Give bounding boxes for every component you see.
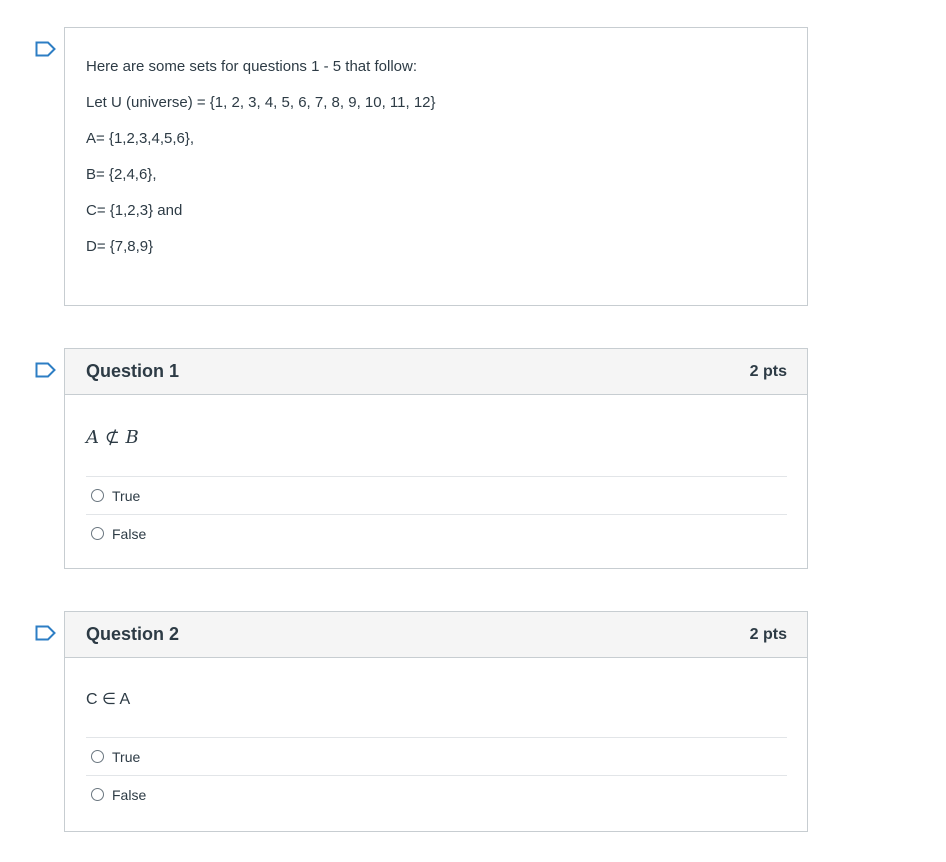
intro-line: C= {1,2,3} and [86, 202, 183, 219]
answer-label: True [112, 487, 141, 504]
question-text: A ⊄ B [86, 427, 139, 448]
quiz-page: Here are some sets for questions 1 - 5 t… [0, 0, 946, 862]
intro-line: Let U (universe) = {1, 2, 3, 4, 5, 6, 7,… [86, 94, 436, 111]
question-body: A ⊄ B True False [65, 395, 807, 552]
question-title: Question 2 [86, 624, 180, 644]
answer-option[interactable]: False [86, 775, 787, 813]
flag-question-icon[interactable] [35, 625, 57, 641]
flag-question-icon[interactable] [35, 41, 57, 57]
question-header: Question 1 2 pts [65, 349, 807, 395]
question-body: C ∈ A True False [65, 658, 807, 813]
intro-line: B= {2,4,6}, [86, 166, 157, 183]
radio-button[interactable] [91, 788, 104, 801]
question-text: C ∈ A [86, 690, 131, 708]
answer-label: True [112, 748, 141, 765]
radio-button[interactable] [91, 489, 104, 502]
flag-question-icon[interactable] [35, 362, 57, 378]
answer-option[interactable]: True [86, 476, 787, 514]
radio-button[interactable] [91, 527, 104, 540]
answer-option[interactable]: False [86, 514, 787, 552]
answer-label: False [112, 786, 147, 803]
question-title: Question 1 [86, 361, 180, 381]
radio-button[interactable] [91, 750, 104, 763]
intro-line: Here are some sets for questions 1 - 5 t… [86, 58, 417, 75]
intro-line: A= {1,2,3,4,5,6}, [86, 130, 195, 147]
intro-line: D= {7,8,9} [86, 238, 154, 255]
answer-label: False [112, 525, 147, 542]
question-points: 2 pts [749, 362, 787, 380]
question-card: Question 2 2 pts C ∈ A True False [64, 611, 808, 832]
intro-text-block: Here are some sets for questions 1 - 5 t… [64, 27, 808, 306]
question-header: Question 2 2 pts [65, 612, 807, 658]
question-points: 2 pts [749, 625, 787, 643]
answer-option[interactable]: True [86, 737, 787, 775]
question-card: Question 1 2 pts A ⊄ B True False [64, 348, 808, 569]
